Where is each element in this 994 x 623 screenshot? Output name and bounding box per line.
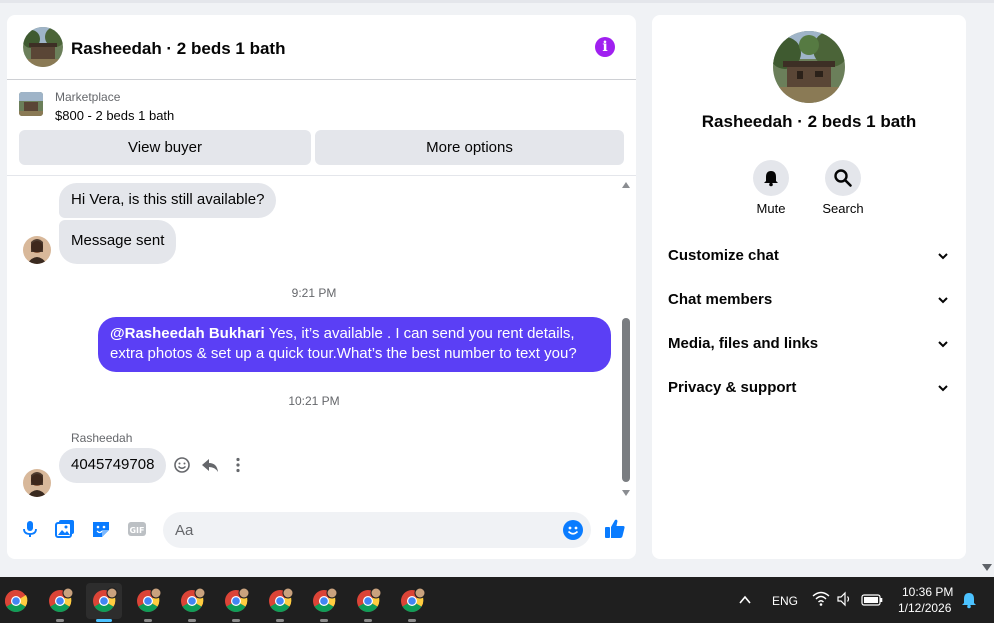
- sender-name: Rasheedah: [71, 431, 133, 445]
- clock-date[interactable]: 1/12/2026: [898, 601, 951, 615]
- message-input[interactable]: Aa: [163, 512, 591, 548]
- message-actions: [173, 456, 247, 474]
- mute-label: Mute: [756, 201, 786, 216]
- chevron-down-icon: [936, 337, 950, 355]
- sender-avatar[interactable]: [23, 469, 51, 497]
- section-label: Customize chat: [668, 247, 779, 264]
- mention[interactable]: @Rasheedah Bukhari: [110, 325, 265, 342]
- thumbs-up-icon[interactable]: [603, 517, 627, 541]
- running-indicator: [188, 619, 196, 622]
- notification-bell-icon[interactable]: [960, 591, 978, 614]
- info-icon[interactable]: i: [595, 37, 615, 57]
- chevron-down-icon: [936, 249, 950, 267]
- scroll-thumb[interactable]: [622, 318, 630, 482]
- reply-icon[interactable]: [201, 456, 219, 474]
- chrome-profile-taskbar-icon[interactable]: [306, 583, 342, 622]
- search-icon[interactable]: [825, 160, 861, 196]
- message-bubble[interactable]: 4045749708: [59, 448, 167, 483]
- message-input-placeholder: Aa: [175, 522, 194, 539]
- chrome-profile-taskbar-icon[interactable]: [262, 583, 298, 622]
- emoji-icon[interactable]: [563, 520, 583, 540]
- timestamp: 9:21 PM: [291, 286, 337, 300]
- listing-source: Marketplace: [55, 90, 121, 104]
- message-bubble[interactable]: Hi Vera, is this still available?: [59, 183, 277, 218]
- message-bubble[interactable]: Message sent: [59, 220, 177, 264]
- sender-avatar[interactable]: [23, 236, 51, 264]
- section-label: Privacy & support: [668, 379, 797, 396]
- chat-avatar[interactable]: [23, 27, 63, 67]
- profile-name: Rasheedah · 2 beds 1 bath: [701, 112, 917, 131]
- composer: GIF Aa: [7, 509, 636, 551]
- section-customize-chat[interactable]: Customize chat: [668, 247, 950, 271]
- taskbar: ENG 10:36 PM 1/12/2026: [0, 577, 994, 623]
- chrome-profile-taskbar-icon[interactable]: [350, 583, 386, 622]
- message-scrollbar[interactable]: [621, 180, 631, 498]
- running-indicator: [56, 619, 64, 622]
- section-label: Media, files and links: [668, 335, 819, 352]
- svg-text:GIF: GIF: [129, 526, 144, 535]
- chevron-down-icon: [936, 293, 950, 311]
- scroll-up-arrow[interactable]: [622, 182, 630, 188]
- chrome-profile-taskbar-icon[interactable]: [394, 583, 430, 622]
- section-privacy-support[interactable]: Privacy & support: [668, 379, 950, 403]
- message-list: Hi Vera, is this still available? Messag…: [7, 177, 636, 499]
- language-indicator[interactable]: ENG: [772, 594, 798, 608]
- chat-header: Rasheedah · 2 beds 1 bath i: [7, 15, 636, 80]
- react-icon[interactable]: [173, 456, 191, 474]
- top-border: [0, 0, 994, 3]
- more-icon[interactable]: [229, 456, 247, 474]
- active-indicator: [96, 619, 112, 622]
- gif-icon[interactable]: GIF: [127, 519, 147, 539]
- sticker-icon[interactable]: [91, 519, 111, 539]
- chevron-up-icon[interactable]: [738, 593, 752, 612]
- listing-card: Marketplace $800 - 2 beds 1 bath View bu…: [7, 80, 636, 176]
- chrome-profile-taskbar-icon[interactable]: [174, 583, 210, 622]
- bell-icon[interactable]: [753, 160, 789, 196]
- chrome-profile-taskbar-icon[interactable]: [42, 583, 78, 622]
- chrome-profile-taskbar-icon[interactable]: [218, 583, 254, 622]
- running-indicator: [364, 619, 372, 622]
- running-indicator: [276, 619, 284, 622]
- section-chat-members[interactable]: Chat members: [668, 291, 950, 315]
- section-media-files-links[interactable]: Media, files and links: [668, 335, 950, 359]
- outgoing-message-bubble[interactable]: @Rasheedah Bukhari Yes, it’s available .…: [98, 317, 611, 372]
- search-button[interactable]: Search: [803, 160, 883, 216]
- timestamp: 10:21 PM: [288, 394, 340, 408]
- microphone-icon[interactable]: [20, 519, 40, 539]
- chat-panel: Rasheedah · 2 beds 1 bath i Marketplace …: [7, 15, 636, 559]
- search-label: Search: [822, 201, 864, 216]
- mute-button[interactable]: Mute: [731, 160, 811, 216]
- listing-price[interactable]: $800 - 2 beds 1 bath: [55, 108, 174, 123]
- chat-title[interactable]: Rasheedah · 2 beds 1 bath: [71, 39, 285, 59]
- profile-avatar[interactable]: [773, 31, 845, 103]
- clock-time[interactable]: 10:36 PM: [902, 585, 953, 599]
- wifi-icon[interactable]: [812, 591, 830, 612]
- running-indicator: [408, 619, 416, 622]
- photo-icon[interactable]: [55, 519, 75, 539]
- chevron-down-icon: [936, 381, 950, 399]
- page-scroll-down-arrow[interactable]: [982, 564, 992, 571]
- conversation-info-panel: Rasheedah · 2 beds 1 bath Mute Search Cu…: [652, 15, 966, 559]
- listing-thumbnail[interactable]: [19, 92, 43, 116]
- running-indicator: [232, 619, 240, 622]
- chrome-taskbar-icon[interactable]: [0, 583, 36, 619]
- chrome-profile-taskbar-icon[interactable]: [130, 583, 166, 622]
- chrome-profile-taskbar-icon-active[interactable]: [86, 583, 122, 622]
- scroll-down-arrow[interactable]: [622, 490, 630, 496]
- view-buyer-button[interactable]: View buyer: [19, 130, 311, 165]
- battery-icon[interactable]: [861, 593, 883, 611]
- volume-icon[interactable]: [836, 591, 854, 612]
- section-label: Chat members: [668, 291, 773, 308]
- more-options-button[interactable]: More options: [315, 130, 624, 165]
- running-indicator: [320, 619, 328, 622]
- running-indicator: [144, 619, 152, 622]
